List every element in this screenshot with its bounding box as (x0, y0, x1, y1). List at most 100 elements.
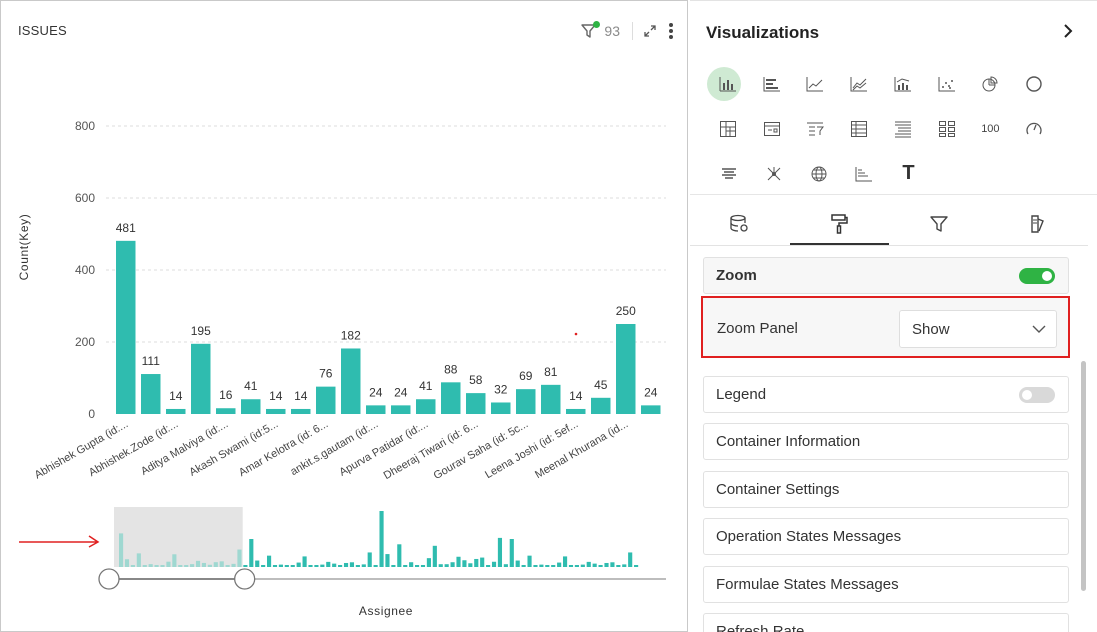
zoom-handle-right[interactable] (234, 568, 256, 590)
card-icon[interactable] (750, 111, 794, 147)
scrollbar-thumb[interactable] (1081, 361, 1086, 591)
combo-chart-icon[interactable] (881, 66, 925, 102)
bar-value-label: 14 (169, 389, 183, 403)
text-glyph: T (902, 162, 915, 184)
navigator-bar (207, 564, 212, 567)
navigator-bar (190, 564, 195, 567)
donut-chart-icon[interactable] (1012, 66, 1056, 102)
network-icon[interactable] (751, 156, 796, 192)
zoom-panel-label: Zoom Panel (717, 320, 798, 337)
kpi-label: 100 (981, 122, 1000, 135)
legend-section[interactable]: Legend (703, 376, 1069, 413)
section-label: Refresh Rate (716, 623, 805, 632)
bar (116, 240, 136, 414)
bar (191, 343, 211, 414)
pie-chart-icon[interactable] (969, 66, 1013, 102)
navigator-bar (178, 565, 183, 567)
x-tick-label: Amar Kelotra (id: 6... (237, 418, 330, 479)
navigator-bar (598, 565, 603, 567)
navigator-bar (568, 565, 574, 567)
bar (491, 402, 511, 414)
bar-value-label: 16 (219, 388, 233, 402)
operation-states-section[interactable]: Operation States Messages (703, 518, 1069, 555)
navigator-bar (420, 565, 426, 567)
navigator-bar (213, 562, 218, 567)
container-settings-section[interactable]: Container Settings (703, 471, 1069, 508)
area-chart-icon[interactable] (837, 66, 881, 102)
line-chart-icon[interactable] (794, 66, 838, 102)
kpi-icon[interactable]: 100 (969, 111, 1013, 147)
filter-count: 93 (604, 23, 620, 39)
navigator-bar (539, 564, 544, 567)
navigator-bar (154, 565, 159, 567)
bar-value-label: 481 (116, 221, 136, 235)
navigator-bar (444, 564, 449, 567)
filter-icon[interactable] (580, 21, 601, 40)
navigator-bar (284, 565, 289, 567)
zoom-section-header[interactable]: Zoom (703, 257, 1069, 294)
navigator-bar (119, 533, 124, 567)
format-tab[interactable] (789, 201, 890, 246)
bar-value-label: 81 (544, 365, 558, 379)
legend-label: Legend (716, 386, 767, 403)
bar-value-label: 45 (594, 378, 608, 392)
tiles-icon[interactable] (925, 111, 969, 147)
grouped-table-icon[interactable] (881, 111, 925, 147)
globe-icon[interactable] (796, 156, 841, 192)
refresh-rate-section[interactable]: Refresh Rate (703, 613, 1069, 632)
legend-toggle[interactable] (1019, 387, 1055, 403)
navigator-bar (355, 565, 360, 567)
y-tick-label: 400 (75, 263, 95, 277)
funnel-bars-icon[interactable] (706, 156, 751, 192)
navigator-bar (426, 558, 431, 567)
panel-title: Visualizations (706, 23, 820, 42)
scatter-chart-icon[interactable] (925, 66, 969, 102)
bar-chart-icon[interactable] (706, 66, 750, 102)
navigator-bar (385, 554, 390, 567)
section-label: Container Settings (716, 481, 840, 498)
navigator-bar (527, 555, 532, 567)
gauge-icon[interactable] (1012, 111, 1056, 147)
navigator-bar (225, 565, 230, 567)
pivot-icon[interactable] (706, 111, 750, 147)
navigator-bar (592, 563, 597, 567)
navigator-bar (320, 564, 325, 567)
data-tab[interactable] (690, 201, 790, 246)
expand-icon[interactable] (643, 24, 657, 38)
filter-tab[interactable] (889, 201, 989, 246)
navigator-bar (497, 537, 503, 567)
bar (391, 405, 411, 414)
theme-tab[interactable] (989, 201, 1089, 246)
navigator-bar (491, 561, 497, 567)
navigator-bar (403, 565, 408, 567)
table-icon[interactable] (837, 111, 881, 147)
bar (591, 397, 611, 414)
zoom-handle-left[interactable] (98, 568, 120, 590)
navigator-bar (219, 561, 224, 567)
bar (266, 408, 286, 414)
zoom-panel-select[interactable]: Show (899, 310, 1057, 348)
bar (541, 384, 561, 414)
zoom-toggle[interactable] (1019, 268, 1055, 284)
x-tick-label: Leena Joshi (id: 5ef... (483, 418, 580, 481)
navigator-bar (172, 554, 177, 567)
chart-panel: 0 200 400 600 800 481 Abhishek Gupta (id:... 11… (0, 0, 688, 632)
chevron-right-icon[interactable] (1061, 21, 1075, 41)
bar-value-label: 111 (142, 354, 161, 368)
formulae-states-section[interactable]: Formulae States Messages (703, 566, 1069, 603)
annotation-arrow-icon (19, 535, 100, 548)
bar-value-label: 14 (569, 389, 583, 403)
bar-chart: 0 200 400 600 800 481 Abhishek Gupta (id:... 11… (17, 119, 666, 618)
navigator-bar (557, 562, 562, 567)
step-chart-icon[interactable] (841, 156, 886, 192)
horizontal-bar-icon[interactable] (750, 66, 794, 102)
panel-actions: 93 (580, 19, 673, 43)
navigator-bar (326, 561, 331, 567)
x-tick-label: Gourav Saha (id: 5c... (432, 418, 531, 482)
navigator-bar (432, 545, 437, 567)
more-options-icon[interactable] (669, 23, 673, 39)
filter-list-icon[interactable] (794, 111, 838, 147)
text-icon[interactable]: T (886, 156, 931, 192)
chevron-down-icon (1032, 325, 1046, 333)
container-information-section[interactable]: Container Information (703, 423, 1069, 460)
